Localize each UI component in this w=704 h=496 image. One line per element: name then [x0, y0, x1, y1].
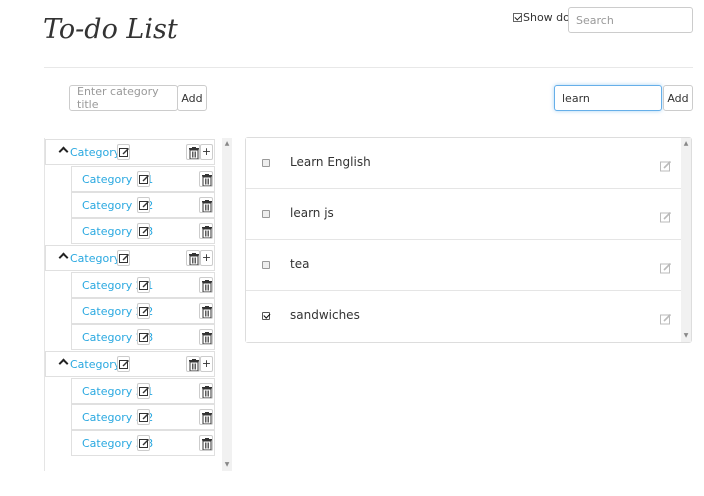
category-item[interactable]: Category 2 + [45, 245, 215, 271]
subcategory-item[interactable]: Category 1 2 [71, 192, 215, 218]
search-placeholder: Search [576, 13, 614, 27]
task-item[interactable]: Learn English [246, 138, 681, 189]
edit-icon[interactable] [117, 356, 130, 372]
task-checkbox[interactable] [262, 312, 270, 320]
add-subcategory-button[interactable]: + [200, 250, 213, 266]
add-task-button[interactable]: Add [663, 85, 693, 111]
edit-icon[interactable] [660, 310, 672, 329]
subcategory-item[interactable]: Category 1 1 [71, 166, 215, 192]
task-label: tea [290, 257, 310, 271]
subcategory-item[interactable]: Category 2 3 [71, 324, 215, 350]
subcategory-item[interactable]: Category 3 3 [71, 430, 215, 456]
trash-icon[interactable] [186, 356, 200, 372]
edit-icon[interactable] [137, 383, 150, 399]
trash-icon[interactable] [186, 250, 200, 266]
chevron-up-icon[interactable] [58, 252, 69, 263]
add-category-button[interactable]: Add [177, 85, 207, 111]
task-title-input[interactable]: learn [554, 85, 662, 111]
header-divider [44, 67, 693, 68]
trash-icon[interactable] [199, 409, 213, 425]
category-scrollbar[interactable]: ▲ ▼ [222, 138, 232, 471]
subcategory-item[interactable]: Category 1 3 [71, 218, 215, 244]
page-title: To-do List [43, 14, 178, 45]
task-label: Learn English [290, 155, 371, 169]
task-checkbox[interactable] [262, 159, 270, 167]
task-label: sandwiches [290, 308, 360, 322]
edit-icon[interactable] [117, 144, 130, 160]
edit-icon[interactable] [137, 409, 150, 425]
task-item[interactable]: sandwiches [246, 291, 681, 342]
chevron-up-icon[interactable] [58, 146, 69, 157]
scroll-up-icon[interactable]: ▲ [222, 139, 232, 149]
scroll-down-icon[interactable]: ▼ [222, 460, 232, 470]
edit-icon[interactable] [137, 329, 150, 345]
edit-icon[interactable] [660, 208, 672, 227]
edit-icon[interactable] [660, 259, 672, 278]
scroll-down-icon[interactable]: ▼ [681, 331, 691, 341]
edit-icon[interactable] [660, 157, 672, 176]
trash-icon[interactable] [199, 197, 213, 213]
subcategory-item[interactable]: Category 2 1 [71, 272, 215, 298]
edit-icon[interactable] [137, 277, 150, 293]
trash-icon[interactable] [199, 303, 213, 319]
edit-icon[interactable] [117, 250, 130, 266]
edit-icon[interactable] [137, 303, 150, 319]
trash-icon[interactable] [199, 383, 213, 399]
show-done-checkbox[interactable] [513, 13, 522, 22]
task-title-value: learn [562, 91, 590, 105]
trash-icon[interactable] [199, 277, 213, 293]
category-title-input[interactable]: Enter category title [69, 85, 178, 111]
task-checkbox[interactable] [262, 210, 270, 218]
scroll-up-icon[interactable]: ▲ [681, 139, 691, 149]
edit-icon[interactable] [137, 435, 150, 451]
category-item[interactable]: Category 1 + [45, 139, 215, 165]
task-scrollbar[interactable]: ▲ ▼ [681, 138, 691, 342]
edit-icon[interactable] [137, 171, 150, 187]
edit-icon[interactable] [137, 197, 150, 213]
category-item[interactable]: Category 3 + [45, 351, 215, 377]
trash-icon[interactable] [199, 329, 213, 345]
subcategory-item[interactable]: Category 3 2 [71, 404, 215, 430]
task-checkbox[interactable] [262, 261, 270, 269]
search-input[interactable]: Search [568, 7, 693, 33]
subcategory-item[interactable]: Category 3 1 [71, 378, 215, 404]
add-subcategory-button[interactable]: + [200, 356, 213, 372]
task-item[interactable]: tea [246, 240, 681, 291]
add-subcategory-button[interactable]: + [200, 144, 213, 160]
task-item[interactable]: learn js [246, 189, 681, 240]
subcategory-item[interactable]: Category 2 2 [71, 298, 215, 324]
chevron-up-icon[interactable] [58, 358, 69, 369]
trash-icon[interactable] [186, 144, 200, 160]
task-label: learn js [290, 206, 334, 220]
trash-icon[interactable] [199, 223, 213, 239]
category-title-placeholder: Enter category title [77, 85, 159, 111]
edit-icon[interactable] [137, 223, 150, 239]
trash-icon[interactable] [199, 435, 213, 451]
trash-icon[interactable] [199, 171, 213, 187]
